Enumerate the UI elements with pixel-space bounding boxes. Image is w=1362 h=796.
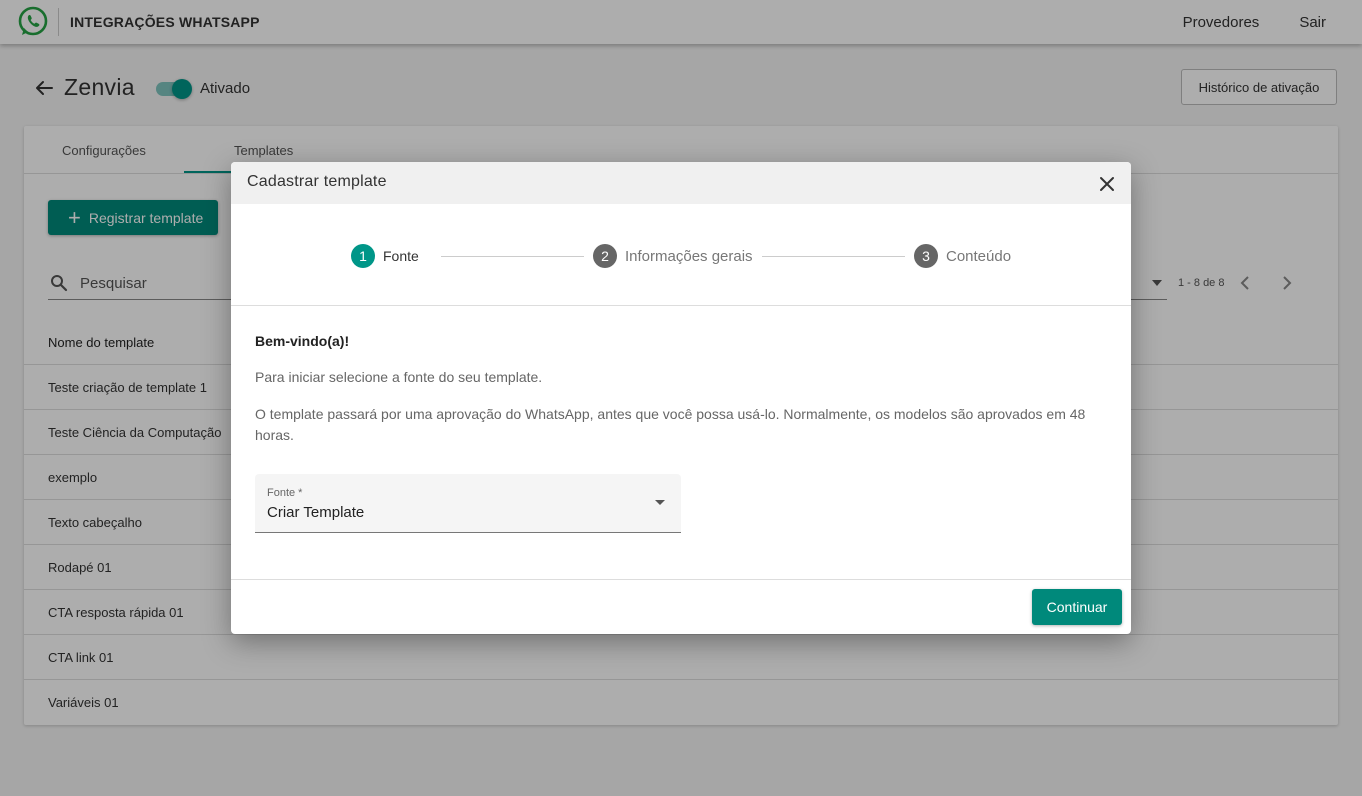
welcome-heading: Bem-vindo(a)! — [255, 333, 350, 349]
step-label: Fonte — [383, 248, 419, 264]
step-number: 2 — [593, 244, 617, 268]
approval-notice: O template passará por uma aprovação do … — [255, 406, 1086, 443]
source-select-value: Criar Template — [267, 504, 365, 521]
dialog-header: Cadastrar template — [231, 162, 1131, 204]
footer-divider — [231, 579, 1131, 580]
step-conteudo[interactable]: 3 Conteúdo — [914, 244, 1011, 268]
step-fonte[interactable]: 1 Fonte — [351, 244, 419, 268]
step-label: Conteúdo — [946, 247, 1012, 265]
register-template-dialog: Cadastrar template 1 Fonte 2 Informações… — [231, 162, 1131, 634]
instruction-text: Para iniciar selecione a fonte do seu te… — [255, 369, 543, 385]
step-connector — [762, 256, 905, 257]
stepper: 1 Fonte 2 Informações gerais 3 Conteúdo — [231, 204, 1131, 306]
source-select[interactable]: Fonte * Criar Template — [255, 474, 681, 533]
close-icon[interactable] — [1097, 174, 1117, 194]
source-select-label: Fonte * — [267, 487, 303, 499]
continue-button[interactable]: Continuar — [1032, 589, 1122, 625]
step-number: 1 — [351, 244, 375, 268]
step-label: Informações gerais — [625, 247, 753, 265]
step-connector — [441, 256, 584, 257]
step-informacoes-gerais[interactable]: 2 Informações gerais — [593, 244, 753, 268]
chevron-down-icon — [655, 500, 665, 505]
dialog-title: Cadastrar template — [247, 173, 387, 190]
step-number: 3 — [914, 244, 938, 268]
